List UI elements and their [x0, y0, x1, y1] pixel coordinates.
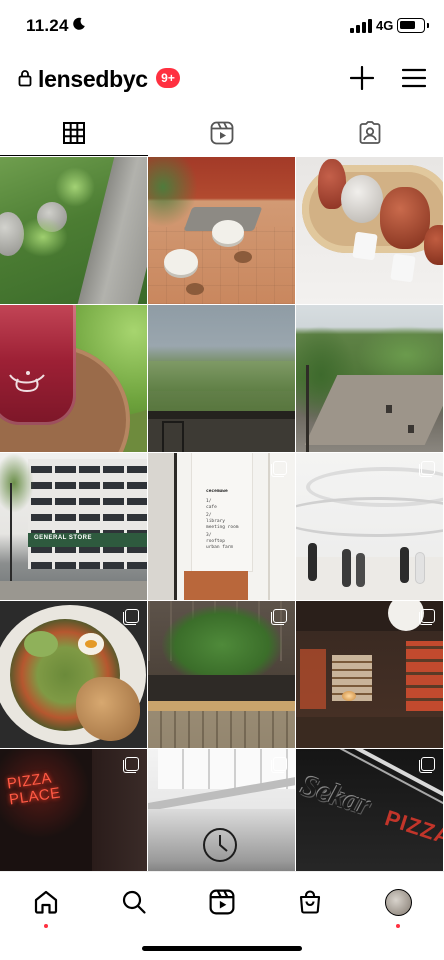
search-icon	[122, 890, 146, 914]
grid-tab[interactable]	[0, 110, 148, 156]
signal-icon	[350, 19, 372, 33]
post-thumbnail[interactable]	[0, 305, 147, 452]
post-thumbnail[interactable]	[296, 453, 443, 600]
profile-tabs	[0, 110, 444, 156]
post-thumbnail[interactable]: Sekar PIZZA	[296, 749, 443, 871]
multiple-photos-icon	[419, 461, 435, 477]
nav-reels[interactable]	[202, 882, 242, 922]
lock-icon	[18, 70, 32, 87]
signage-item: meeting room	[206, 525, 239, 530]
post-thumbnail[interactable]	[148, 305, 295, 452]
reels-icon	[210, 121, 234, 145]
post-thumbnail[interactable]	[0, 157, 147, 304]
tagged-tab[interactable]	[296, 110, 444, 156]
nav-shop[interactable]	[290, 882, 330, 922]
post-thumbnail[interactable]	[0, 601, 147, 748]
post-thumbnail[interactable]	[148, 749, 295, 871]
nav-home[interactable]	[26, 882, 66, 928]
home-notification-dot	[44, 924, 48, 928]
signage-brand: cecemuwe	[206, 489, 228, 494]
signage-item: cafe	[206, 505, 217, 510]
multiple-photos-icon	[419, 609, 435, 625]
multiple-photos-icon	[123, 757, 139, 773]
reels-tab[interactable]	[148, 110, 296, 156]
signage-item: urban farm	[206, 545, 234, 550]
plus-icon[interactable]	[350, 66, 374, 90]
tagged-icon	[359, 121, 381, 144]
grid-icon	[63, 122, 85, 144]
post-thumbnail[interactable]: GENERAL STORE	[0, 453, 147, 600]
multiple-photos-icon	[419, 757, 435, 773]
battery-icon	[397, 18, 429, 33]
shop-icon	[299, 890, 321, 914]
multiple-photos-icon	[271, 461, 287, 477]
profile-notification-dot	[396, 924, 400, 928]
multiple-photos-icon	[271, 609, 287, 625]
profile-header: lensedbyc 9+	[0, 58, 444, 102]
status-time: 11.24	[26, 16, 69, 35]
multiple-photos-icon	[271, 757, 287, 773]
post-thumbnail[interactable]	[148, 157, 295, 304]
reels-icon	[209, 889, 235, 915]
network-type: 4G	[376, 18, 394, 33]
multiple-photos-icon	[123, 609, 139, 625]
avatar	[384, 888, 412, 916]
post-thumbnail[interactable]: cecemuwe 1/ cafe 2/ library meeting room…	[148, 453, 295, 600]
menu-icon[interactable]	[402, 68, 426, 88]
status-bar: 11.24 4G	[0, 0, 444, 52]
pizza-sign: PIZZA	[381, 805, 443, 851]
post-thumbnail[interactable]	[296, 601, 443, 748]
home-icon	[34, 890, 58, 914]
home-indicator[interactable]	[142, 946, 302, 951]
nav-profile[interactable]	[378, 882, 418, 928]
post-grid: GENERAL STORE cecemuwe 1/ cafe 2/ librar…	[0, 157, 444, 871]
post-thumbnail[interactable]	[296, 305, 443, 452]
post-thumbnail[interactable]	[296, 157, 443, 304]
storefront-sign: GENERAL STORE	[34, 535, 92, 541]
post-thumbnail[interactable]: PIZZA PLACE	[0, 749, 147, 871]
moon-icon	[73, 17, 85, 30]
username[interactable]: lensedbyc	[38, 66, 148, 93]
post-thumbnail[interactable]	[148, 601, 295, 748]
nav-search[interactable]	[114, 882, 154, 922]
sekar-sign: Sekar	[296, 768, 376, 823]
notification-badge[interactable]: 9+	[156, 68, 180, 88]
